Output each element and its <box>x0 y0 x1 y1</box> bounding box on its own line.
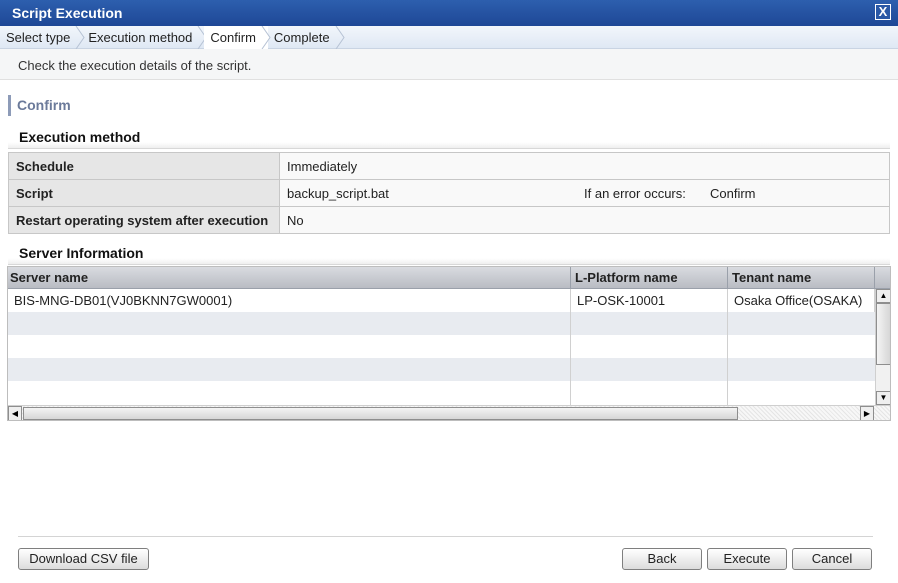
instruction-text: Check the execution details of the scrip… <box>0 49 898 80</box>
detail-row-restart: Restart operating system after execution… <box>8 206 890 234</box>
schedule-value: Immediately <box>279 152 890 180</box>
script-label: Script <box>8 179 280 207</box>
empty-cell <box>8 358 571 381</box>
table-row-empty <box>8 381 875 405</box>
grid-header: Server name L-Platform name Tenant name <box>8 267 890 289</box>
empty-cell <box>571 358 728 381</box>
step-execution-method: Execution method <box>82 26 208 49</box>
table-row-empty <box>8 335 875 358</box>
footer-divider <box>18 536 873 537</box>
window-titlebar: Script Execution X <box>0 0 898 26</box>
execute-button[interactable]: Execute <box>707 548 787 570</box>
step-label: Complete <box>273 30 330 45</box>
table-row-empty <box>8 358 875 381</box>
server-grid: Server name L-Platform name Tenant name … <box>7 266 891 421</box>
step-confirm: Confirm <box>204 26 271 49</box>
cancel-button[interactable]: Cancel <box>792 548 872 570</box>
empty-cell <box>8 335 571 358</box>
restart-label: Restart operating system after execution <box>8 206 280 234</box>
step-label: Confirm <box>210 30 256 45</box>
empty-cell <box>8 381 571 405</box>
lplatform-name-cell: LP-OSK-10001 <box>571 289 728 312</box>
back-button[interactable]: Back <box>622 548 702 570</box>
scroll-down-icon[interactable]: ▼ <box>876 391 890 405</box>
restart-value: No <box>279 206 890 234</box>
empty-cell <box>571 335 728 358</box>
error-action-label: If an error occurs: <box>584 185 686 201</box>
detail-row-script: Script backup_script.bat If an error occu… <box>8 179 890 207</box>
scroll-left-icon[interactable]: ◀ <box>8 406 22 420</box>
script-value: backup_script.bat <box>287 185 389 201</box>
error-action-value: Confirm <box>710 185 756 201</box>
close-icon[interactable]: X <box>875 4 891 20</box>
step-label: Select type <box>6 30 71 45</box>
vertical-scrollbar[interactable]: ▲ ▼ <box>875 289 890 405</box>
column-header-tenant-name[interactable]: Tenant name <box>728 267 875 289</box>
schedule-label: Schedule <box>8 152 280 180</box>
wizard-steps: Select type Execution method Confirm Com… <box>0 26 898 49</box>
column-header-server-name[interactable]: Server name <box>8 267 571 289</box>
chevron-right-icon <box>335 26 345 49</box>
vertical-scroll-thumb[interactable] <box>876 303 890 365</box>
empty-cell <box>571 381 728 405</box>
step-label: Execution method <box>88 30 193 45</box>
scroll-right-icon[interactable]: ▶ <box>860 406 874 420</box>
empty-cell <box>571 312 728 335</box>
horizontal-scroll-thumb[interactable] <box>23 407 738 420</box>
server-information-title: Server Information <box>8 245 890 265</box>
step-complete: Complete <box>268 26 345 49</box>
step-select-type: Select type <box>0 26 85 49</box>
horizontal-scrollbar[interactable]: ◀ ▶ <box>8 405 890 420</box>
detail-row-schedule: Schedule Immediately <box>8 152 890 180</box>
tenant-name-cell: Osaka Office(OSAKA) <box>728 289 875 312</box>
column-header-lplatform-name[interactable]: L-Platform name <box>571 267 728 289</box>
section-heading: Confirm <box>8 95 71 116</box>
execution-method-title: Execution method <box>8 129 890 149</box>
table-row[interactable]: BIS-MNG-DB01(VJ0BKNN7GW0001) LP-OSK-1000… <box>8 289 875 312</box>
download-csv-button[interactable]: Download CSV file <box>18 548 149 570</box>
table-row-empty <box>8 312 875 335</box>
window-title: Script Execution <box>12 5 123 21</box>
script-value-cell: backup_script.bat If an error occurs: Conf… <box>279 179 890 207</box>
scroll-up-icon[interactable]: ▲ <box>876 289 890 303</box>
execution-method-table: Schedule Immediately Script backup_scrip… <box>8 152 890 234</box>
empty-cell <box>8 312 571 335</box>
server-name-cell: BIS-MNG-DB01(VJ0BKNN7GW0001) <box>8 289 571 312</box>
